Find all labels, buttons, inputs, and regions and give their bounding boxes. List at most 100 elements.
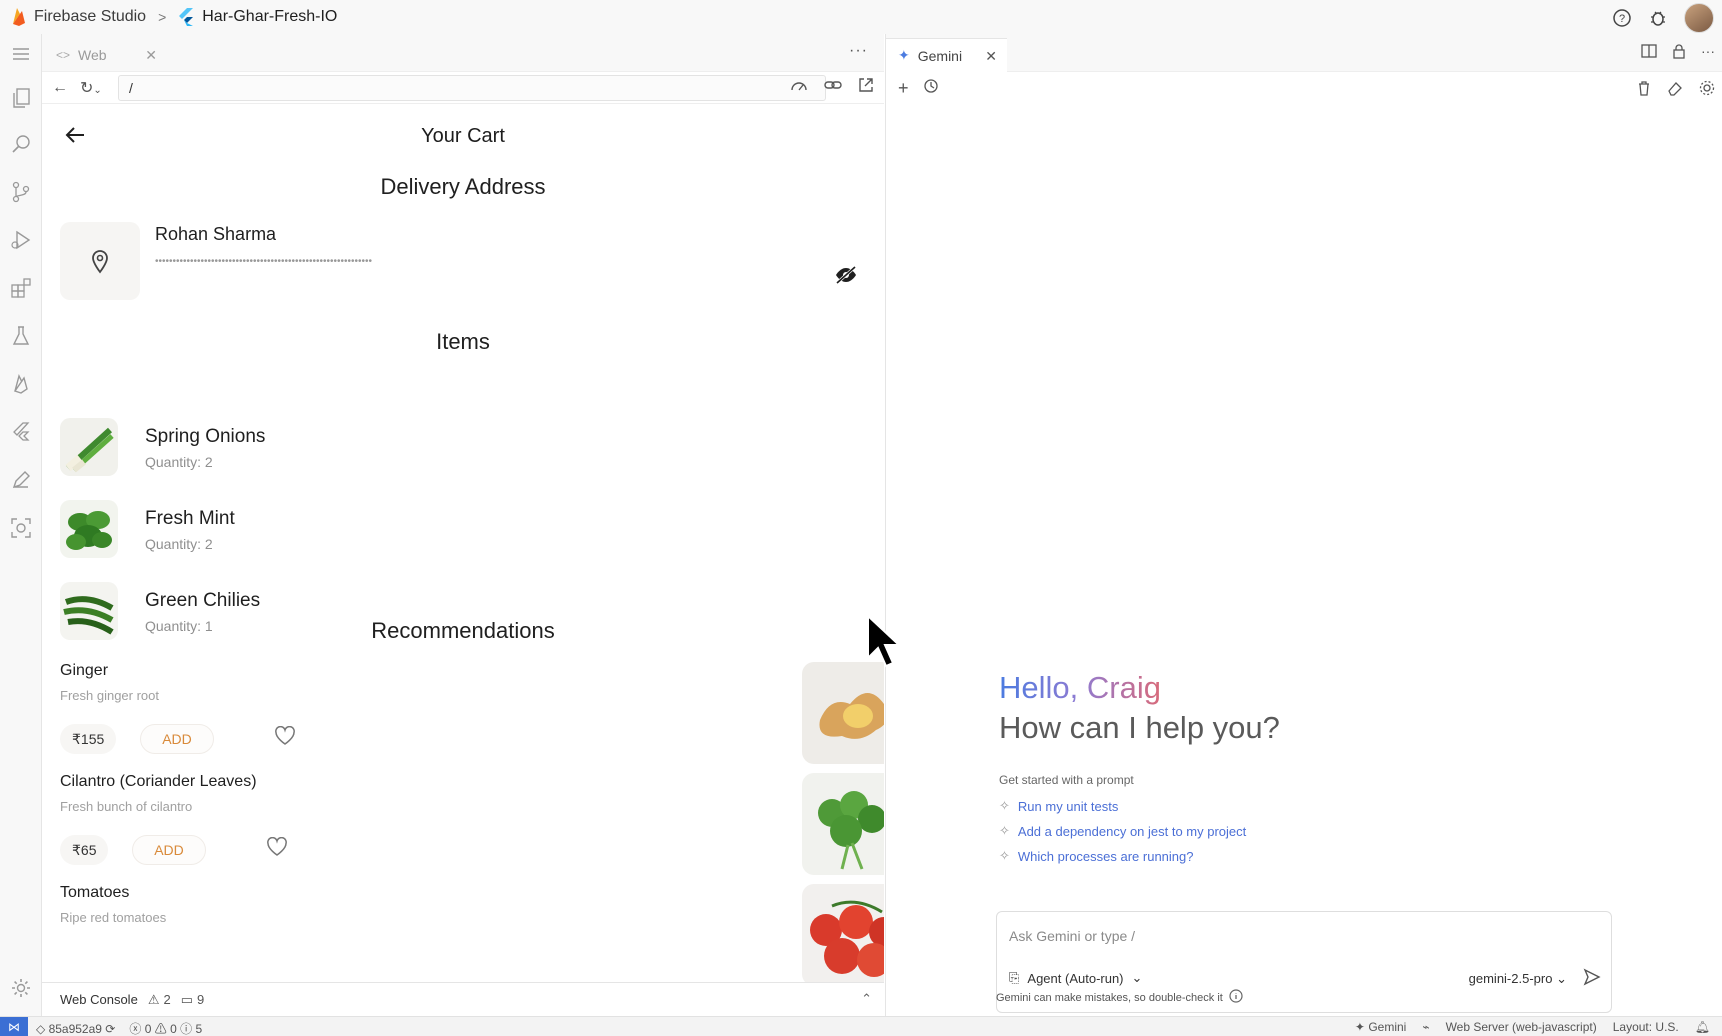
cart-item[interactable]: Fresh Mint Quantity: 2 (60, 500, 760, 562)
back-arrow-icon[interactable]: ← (52, 79, 68, 97)
bug-icon[interactable] (1648, 8, 1668, 28)
prompt-label: Which processes are running? (1017, 848, 1194, 864)
settings-gear-icon[interactable] (1699, 80, 1715, 101)
heart-icon[interactable] (266, 836, 288, 862)
more-icon[interactable]: ··· (849, 42, 868, 60)
recommendation-description: Fresh ginger root (60, 688, 159, 703)
close-icon[interactable]: ✕ (145, 47, 157, 64)
error-icon: ⓧ (129, 1022, 142, 1036)
warning-icon: ⚠ (154, 1022, 167, 1036)
prompt-suggestion[interactable]: ✧ Add a dependency on jest to my project (999, 823, 1246, 839)
brand[interactable]: Firebase Studio (12, 7, 146, 27)
broadcast-icon[interactable]: ⌁ (1422, 1020, 1429, 1034)
tab-gemini-label: Gemini (917, 47, 963, 64)
item-name: Green Chilies (145, 590, 261, 611)
trash-icon[interactable] (1637, 80, 1651, 101)
cart-item[interactable]: Spring Onions Quantity: 2 (60, 418, 760, 480)
recommendation-description: Fresh bunch of cilantro (60, 799, 193, 814)
ginger-image (802, 662, 884, 764)
title-bar: Firebase Studio > Har-Ghar-Fresh-IO ? (0, 0, 1722, 34)
inspect-icon[interactable] (9, 516, 33, 540)
gemini-panel: ✦ Gemini ✕ ··· + Hello, Craig How can I … (885, 34, 1722, 1016)
eraser-icon[interactable] (1667, 80, 1683, 101)
gemini-status[interactable]: ✦ Gemini (1355, 1020, 1406, 1034)
gemini-sparkle-icon: ✦ (898, 47, 910, 63)
prompt-suggestion[interactable]: ✧ Run my unit tests (999, 798, 1118, 814)
items-heading: Items (436, 329, 490, 354)
web-server-status[interactable]: Web Server (web-javascript) (1446, 1020, 1597, 1034)
eye-off-icon[interactable] (834, 265, 858, 290)
menu-icon[interactable] (9, 42, 33, 66)
project-breadcrumb[interactable]: Har-Ghar-Fresh-IO (178, 7, 337, 27)
lock-icon[interactable] (1671, 43, 1687, 64)
chevron-down-icon: ⌄ (1556, 971, 1567, 986)
problems-status[interactable]: ⓧ 0 ⚠ 0 ⓘ 5 (129, 1020, 202, 1036)
address-masked: ••••••••••••••••••••••••••••••••••••••••… (155, 256, 373, 267)
gemini-input[interactable]: Ask Gemini or type / (1009, 928, 1135, 944)
console-warnings[interactable]: ⚠ 2 (148, 992, 171, 1008)
branch-status[interactable]: ◇ 85a952a9 ⟳ (36, 1022, 115, 1036)
extensions-icon[interactable] (9, 276, 33, 300)
location-pin-icon (92, 250, 108, 274)
console-messages[interactable]: ▭ 9 (181, 992, 205, 1008)
user-avatar[interactable] (1684, 3, 1714, 33)
source-control-icon[interactable] (9, 180, 33, 204)
explorer-icon[interactable] (9, 86, 33, 110)
help-icon[interactable]: ? (1612, 8, 1632, 28)
web-console-bar[interactable]: Web Console ⚠ 2 ▭ 9 ⌃ (42, 982, 884, 1016)
address-location-box[interactable] (60, 222, 140, 300)
url-input[interactable]: / (118, 75, 826, 101)
firebase-studio-icon[interactable] (9, 372, 33, 396)
sparkle-icon: ✧ (999, 848, 1010, 863)
recommendation-card: Tomatoes Ripe red tomatoes (60, 884, 884, 982)
tab-web-label: Web (78, 47, 107, 63)
testing-flask-icon[interactable] (9, 324, 33, 348)
warning-icon: ⚠ (147, 991, 160, 1007)
model-label: gemini-2.5-pro (1468, 971, 1553, 986)
code-icon: <> (56, 48, 71, 62)
notifications-bell-icon[interactable]: 🔔︎ (1695, 1020, 1710, 1034)
remote-indicator-icon[interactable]: ⋈ (0, 1017, 28, 1036)
run-debug-icon[interactable] (9, 228, 33, 252)
layout-status[interactable]: Layout: U.S. (1613, 1020, 1679, 1034)
gemini-toolbar: + (886, 72, 1722, 104)
paperclip-icon[interactable]: ⎘ (1009, 970, 1019, 986)
recommendation-name: Ginger (60, 662, 109, 679)
disclaimer: Gemini can make mistakes, so double-chec… (996, 989, 1243, 1006)
prompt-suggestion[interactable]: ✧ Which processes are running? (999, 848, 1194, 864)
agent-mode-select[interactable]: ⎘ Agent (Auto-run) ⌄ (1009, 970, 1142, 986)
send-icon[interactable] (1583, 968, 1601, 991)
flutter-icon (179, 8, 194, 26)
price-badge: ₹155 (60, 724, 117, 754)
gemini-status-label: Gemini (1368, 1020, 1407, 1034)
add-button[interactable]: ADD (140, 724, 214, 754)
model-select[interactable]: gemini-2.5-pro ⌄ (1469, 971, 1567, 987)
settings-gear-icon[interactable] (9, 976, 33, 1000)
recommendation-description: Ripe red tomatoes (60, 910, 167, 925)
tab-web[interactable]: <> Web ✕ (42, 38, 165, 72)
item-name: Spring Onions (145, 426, 266, 447)
heart-icon[interactable] (274, 725, 296, 751)
link-icon[interactable] (824, 77, 842, 98)
history-icon[interactable] (923, 78, 939, 99)
recommendation-name: Cilantro (Coriander Leaves) (60, 773, 257, 790)
add-button[interactable]: ADD (132, 835, 206, 865)
tab-gemini[interactable]: ✦ Gemini ✕ (886, 38, 1007, 72)
more-icon[interactable]: ··· (1701, 43, 1715, 64)
brand-label: Firebase Studio (34, 8, 147, 25)
chevron-up-icon[interactable]: ⌃ (861, 991, 872, 1007)
info-icon[interactable] (1229, 989, 1243, 1006)
recommendation-card: Cilantro (Coriander Leaves) Fresh bunch … (60, 773, 884, 875)
item-quantity: Quantity: 2 (145, 536, 213, 552)
svg-text:?: ? (1619, 13, 1625, 25)
search-icon[interactable] (9, 132, 33, 156)
spring-onion-image (60, 418, 118, 476)
edit-pen-icon[interactable] (9, 468, 33, 492)
speed-gauge-icon[interactable] (790, 77, 808, 98)
new-chat-plus-icon[interactable]: + (898, 78, 909, 99)
open-external-icon[interactable] (858, 77, 874, 98)
reload-icon[interactable]: ↻⌄ (80, 78, 102, 98)
split-editor-icon[interactable] (1641, 43, 1657, 64)
close-icon[interactable]: ✕ (985, 48, 997, 65)
flutter-panel-icon[interactable] (9, 420, 33, 444)
